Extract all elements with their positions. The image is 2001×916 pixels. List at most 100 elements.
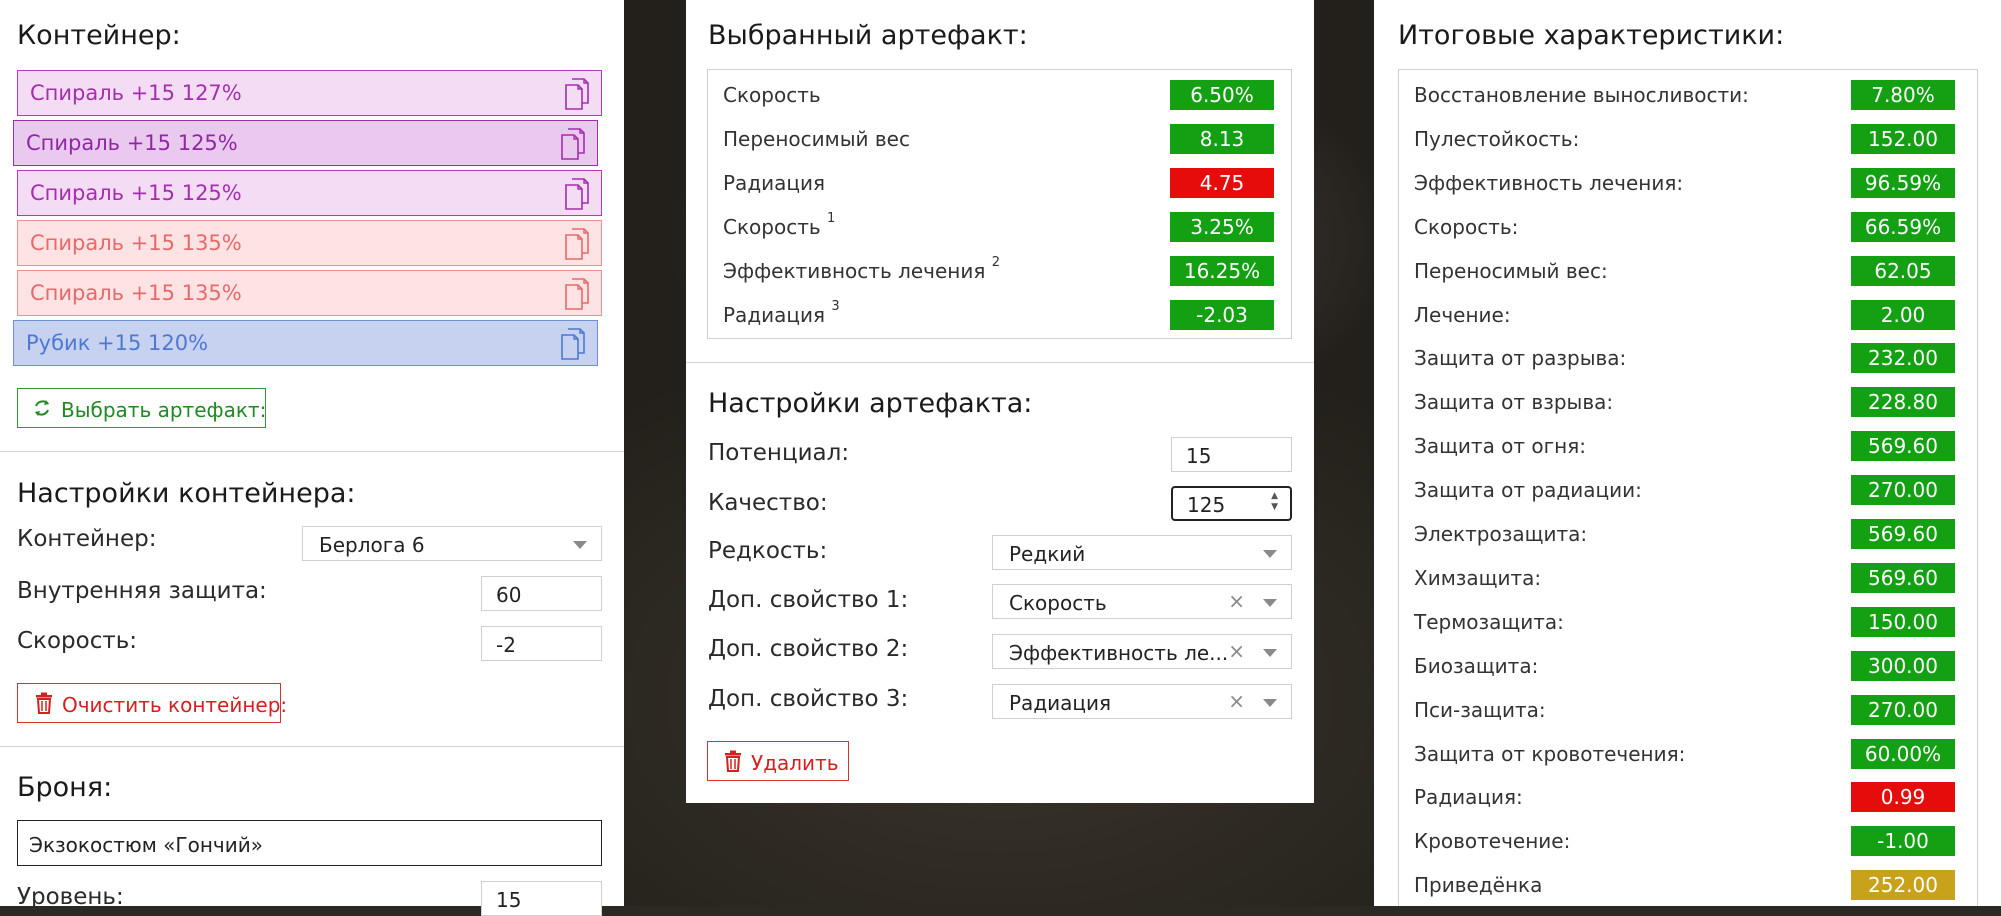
armor-title: Броня: [17,772,113,803]
stat-value-badge: 150.00 [1851,606,1955,637]
chevron-down-icon [573,541,587,549]
copy-icon[interactable] [563,77,591,111]
speed-label: Скорость: [17,628,138,654]
container-panel: Контейнер: Спираль +15 127% Спираль +15 1… [0,0,624,916]
total-stat-row: Электрозащита: 569.60 [1399,517,1977,551]
stat-label: Термозащита: [1414,609,1564,634]
clear-icon[interactable]: × [1228,639,1245,663]
artifact-item[interactable]: Спираль +15 127% [17,70,602,116]
prop2-select[interactable]: Эффективность ле... × [992,634,1292,669]
copy-icon[interactable] [559,327,587,361]
total-stat-row: Пулестойкость: 152.00 [1399,122,1977,156]
selected-artifact-stats: Скорость 6.50% Переносимый вес 8.13 Радиация… [707,69,1292,339]
container-select[interactable]: Берлога 6 [302,526,602,561]
stat-label: Эффективность лечения: [1414,170,1684,195]
totals-stats: Восстановление выносливости: 7.80% Пулесто… [1398,69,1978,906]
clear-icon[interactable]: × [1228,589,1245,613]
stat-label: Электрозащита: [1414,522,1588,546]
stat-value-badge: 96.59% [1851,167,1955,198]
artifact-stat-row: Скорость 6.50% [708,78,1291,112]
stat-label: Скорость: [1414,214,1519,239]
artifact-stat-row: Радиация 3 -2.03 [708,298,1291,332]
stat-value-badge: -1.00 [1851,826,1955,857]
copy-icon[interactable] [563,227,591,261]
quality-input[interactable]: 125 ▲ ▼ [1171,486,1292,521]
chevron-down-icon [1263,550,1277,558]
stat-label: Радиация [723,171,826,195]
container-label: Контейнер: [17,526,157,552]
select-artifact-label: Выбрать артефакт: [61,398,267,422]
rarity-select[interactable]: Редкий [992,535,1292,570]
trash-icon [725,750,741,772]
speed-input[interactable]: -2 [481,626,602,661]
clear-icon[interactable]: × [1228,689,1245,713]
clear-container-button[interactable]: Очистить контейнер: [17,683,287,723]
copy-icon[interactable] [563,177,591,211]
potential-input[interactable]: 15 [1171,437,1292,472]
total-stat-row: Лечение: 2.00 [1399,298,1977,332]
selected-artifact-title: Выбранный артефакт: [708,20,1028,51]
artifact-item[interactable]: Спираль +15 135% [17,220,602,266]
stat-label: Защита от взрыва: [1414,390,1614,415]
potential-value: 15 [1186,444,1212,468]
container-settings-title: Настройки контейнера: [17,478,356,509]
chevron-down-icon [1263,599,1277,607]
inner-protection-label: Внутренняя защита: [17,578,267,604]
total-stat-row: Скорость: 66.59% [1399,210,1977,244]
stat-value-badge: 569.60 [1851,519,1955,549]
select-artifact-button[interactable]: Выбрать артефакт: [17,388,266,428]
stat-value-badge: 228.80 [1851,387,1955,418]
trash-icon [36,692,52,714]
artifact-item[interactable]: Спираль +15 125% [13,120,598,166]
stat-value-badge: 2.00 [1851,299,1955,330]
total-stat-row: Защита от взрыва: 228.80 [1399,385,1977,419]
clear-container-label: Очистить контейнер: [62,693,288,717]
stat-label: Эффективность лечения 2 [723,255,1001,283]
copy-icon[interactable] [563,277,591,311]
artifact-item[interactable]: Спираль +15 125% [17,170,602,216]
total-stat-row: Химзащита: 569.60 [1399,561,1977,595]
artifact-stat-row: Переносимый вес 8.13 [708,122,1291,156]
stat-value-badge: 232.00 [1851,343,1955,374]
stat-label: Восстановление выносливости: [1414,83,1749,107]
inner-protection-input[interactable]: 60 [481,576,602,611]
stat-label: Кровотечение: [1414,829,1571,854]
spinner-arrows-icon[interactable]: ▲ ▼ [1271,491,1278,513]
total-stat-row: Биозащита: 300.00 [1399,649,1977,683]
stat-value-badge: 270.00 [1851,475,1955,506]
delete-artifact-button[interactable]: Удалить [707,741,849,781]
artifact-item[interactable]: Рубик +15 120% [13,320,598,366]
level-input[interactable]: 15 [481,881,602,916]
armor-value: Экзокостюм «Гончий» [29,833,263,857]
prop1-value: Скорость [1009,591,1107,615]
prop3-select[interactable]: Радиация × [992,684,1292,719]
stat-value-badge: 4.75 [1170,168,1274,198]
stat-value-badge: 66.59% [1851,211,1955,242]
divider [0,451,624,452]
stat-value-badge: 300.00 [1851,650,1955,681]
stat-label: Переносимый вес [723,127,910,151]
stat-value-badge: 16.25% [1170,256,1274,286]
artifact-name: Спираль +15 125% [26,131,238,155]
stat-label: Защита от огня: [1414,434,1587,459]
prop2-label: Доп. свойство 2: [708,636,909,662]
stat-value-badge: 0.99 [1851,782,1955,813]
stat-value-badge: 3.25% [1170,212,1274,242]
copy-icon[interactable] [559,127,587,161]
stat-label: Защита от радиации: [1414,478,1642,503]
artifact-name: Спираль +15 135% [30,281,242,305]
rarity-value: Редкий [1009,542,1086,566]
armor-input[interactable]: Экзокостюм «Гончий» [17,820,602,866]
total-stat-row: Термозащита: 150.00 [1399,605,1977,639]
artifact-name: Спираль +15 135% [30,231,242,255]
prop1-select[interactable]: Скорость × [992,584,1292,619]
divider [686,362,1314,363]
stat-label: Биозащита: [1414,653,1539,678]
totals-panel: Итоговые характеристики: Восстановление … [1374,0,2001,906]
potential-label: Потенциал: [708,440,850,466]
artifact-name: Спираль +15 127% [30,81,242,105]
stat-label: Пулестойкость: [1414,126,1580,151]
artifact-stat-row: Радиация 4.75 [708,166,1291,200]
total-stat-row: Пси-защита: 270.00 [1399,693,1977,727]
artifact-item[interactable]: Спираль +15 135% [17,270,602,316]
